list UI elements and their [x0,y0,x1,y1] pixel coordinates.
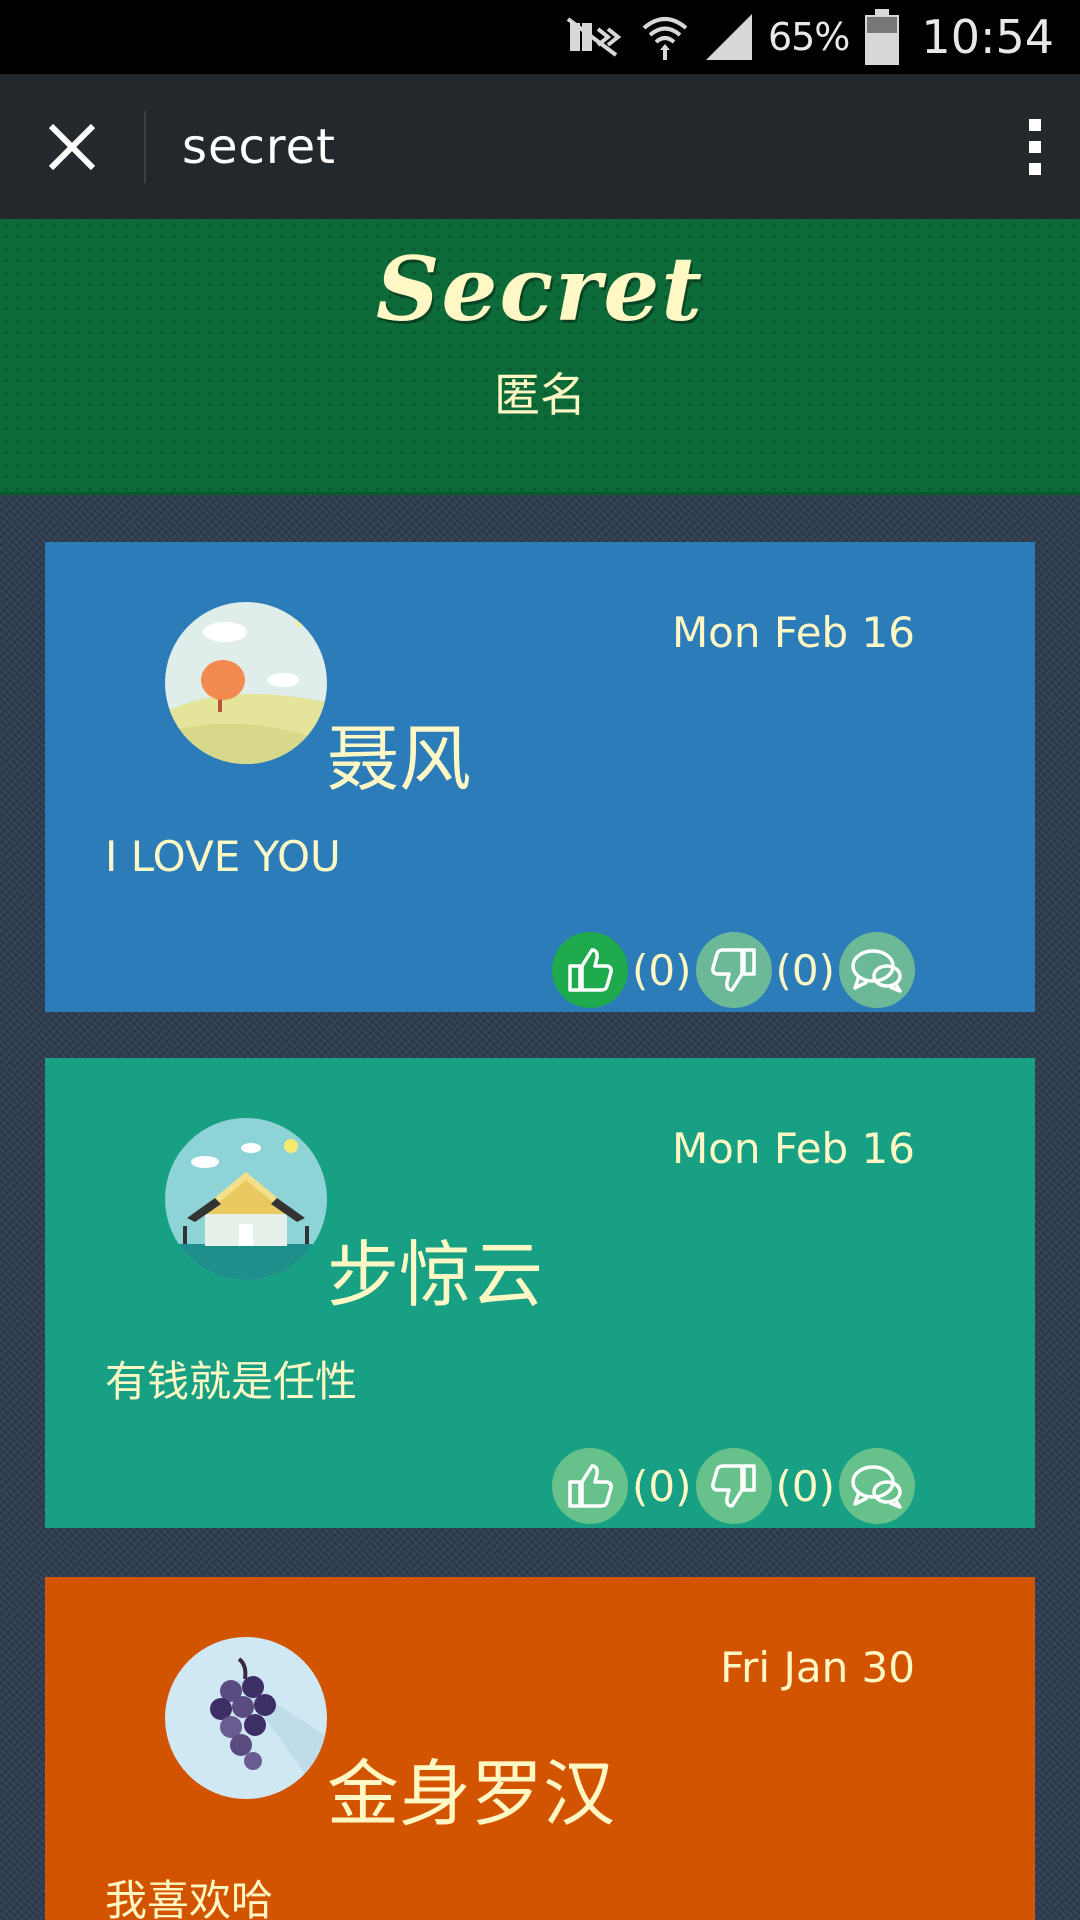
thumbs-down-icon [710,1464,756,1508]
more-vert-icon [1029,118,1041,175]
banner-title: Secret [375,237,705,341]
post-actions: (0) (0) [552,932,915,1008]
close-icon [48,123,96,170]
comment-icon [851,1465,902,1509]
post-message: 我喜欢哈 [105,1876,274,1920]
app-toolbar: secret [0,74,1080,219]
post-date: Fri Jan 30 [720,1643,915,1692]
post-card[interactable]: Mon Feb 16 步惊云 有钱就是任性 (0) (0) [45,1058,1035,1528]
post-card[interactable]: Fri Jan 30 金身罗汉 我喜欢哈 [45,1577,1035,1920]
battery-percent: 65% [767,15,850,59]
toolbar-divider [144,110,146,183]
post-message: 有钱就是任性 [105,1357,358,1406]
dislike-button[interactable] [695,932,772,1008]
post-date: Mon Feb 16 [671,1124,915,1173]
house-avatar[interactable] [165,1118,327,1280]
like-count: (0) [632,1461,692,1511]
wifi-icon [640,12,690,62]
battery-icon [863,9,901,65]
thumbs-up-icon [568,1464,613,1508]
mute-icon [564,15,626,59]
landscape-avatar[interactable] [165,602,327,764]
post-feed[interactable]: Mon Feb 16 聂风 I LOVE YOU (0) (0) Mon Feb… [0,495,1080,1920]
post-actions: (0) (0) [552,1448,915,1524]
dislike-button[interactable] [695,1448,772,1524]
like-count: (0) [632,945,692,995]
thumbs-up-icon [568,948,613,992]
thumbs-down-icon [710,948,756,992]
like-button[interactable] [552,1448,628,1524]
dislike-count: (0) [775,945,836,995]
post-author: 聂风 [327,717,472,801]
post-card[interactable]: Mon Feb 16 聂风 I LOVE YOU (0) (0) [45,542,1035,1012]
post-author: 步惊云 [327,1233,544,1317]
comment-button[interactable] [839,932,915,1008]
comment-icon [851,949,902,993]
clock: 10:54 [921,10,1054,64]
post-date: Mon Feb 16 [671,608,915,657]
comment-button[interactable] [839,1448,915,1524]
post-author: 金身罗汉 [327,1752,616,1836]
grapes-avatar[interactable] [165,1637,327,1799]
overflow-menu-button[interactable] [990,74,1080,219]
close-button[interactable] [0,74,144,219]
dislike-count: (0) [775,1461,836,1511]
signal-icon [704,12,754,62]
toolbar-title: secret [182,118,336,175]
like-button[interactable] [552,932,628,1008]
banner-subtitle: 匿名 [494,368,586,422]
post-message: I LOVE YOU [105,832,341,881]
status-bar: 65% 10:54 [0,0,1080,74]
header-banner: Secret 匿名 [0,219,1080,495]
